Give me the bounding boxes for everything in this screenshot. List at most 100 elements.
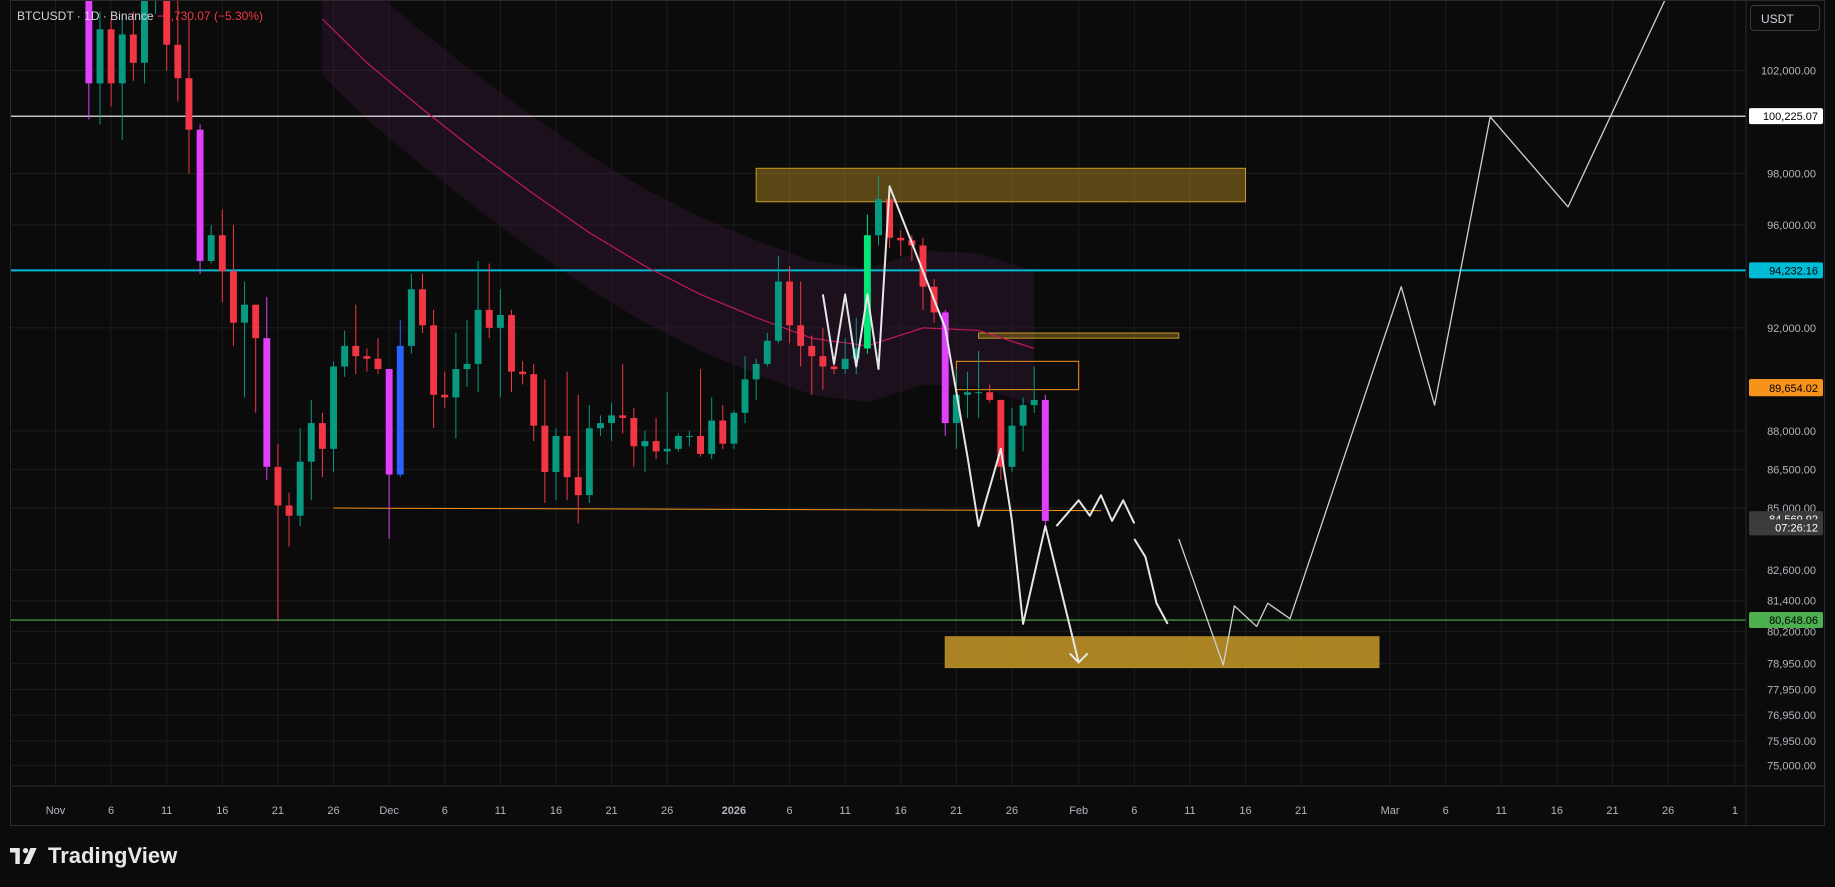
candle-body — [463, 363, 471, 370]
candle-body — [1041, 399, 1049, 521]
candle-body — [452, 369, 460, 398]
price-label-text: 07:26:12 — [1775, 522, 1818, 534]
candle-body — [96, 29, 104, 84]
candle-body — [608, 415, 616, 424]
candle-body — [296, 461, 304, 516]
candle-body — [619, 415, 627, 418]
candle-body — [819, 356, 827, 367]
projection-path-drop — [1133, 538, 1169, 625]
price-label-text: 94,232.16 — [1769, 265, 1818, 277]
time-tick-label: 26 — [1006, 805, 1018, 817]
candle-body — [719, 420, 727, 444]
price-tick-label: 102,000.00 — [1761, 65, 1816, 77]
candle-body — [808, 345, 816, 357]
time-tick-label: 11 — [1496, 805, 1507, 817]
candle-body — [474, 309, 482, 364]
legend-separator: · — [102, 9, 107, 23]
candle-body — [797, 325, 805, 346]
time-tick-label: 21 — [272, 805, 284, 817]
price-tick-label: 88,000.00 — [1767, 426, 1816, 438]
candle-body — [875, 199, 882, 236]
time-tick-label: Feb — [1069, 805, 1088, 817]
forecast-path — [1178, 1, 1666, 666]
time-tick-label: 6 — [108, 805, 114, 817]
time-tick-label: 1 — [1732, 805, 1738, 817]
time-tick-label: 16 — [1239, 805, 1251, 817]
candle-body — [496, 315, 504, 328]
candle-body — [630, 417, 638, 447]
candle-body — [196, 129, 204, 261]
price-tick-label: 78,950.00 — [1767, 659, 1816, 671]
candle-body — [552, 435, 560, 472]
time-tick-label: 16 — [895, 805, 907, 817]
price-label-text: 80,648.06 — [1769, 615, 1818, 627]
price-chart[interactable]: 102,000.00 98,000.00 96,000.00 92,000.00 88,… — [11, 1, 1826, 827]
candle-body — [741, 379, 749, 413]
time-tick-label: 6 — [1131, 805, 1137, 817]
candle-body — [663, 448, 671, 452]
price-tick-label: 86,500.00 — [1767, 464, 1816, 476]
brand-name: TradingView — [48, 843, 178, 868]
candle-body — [274, 466, 282, 506]
tradingview-logo-icon — [10, 848, 37, 864]
candle-body — [786, 281, 793, 326]
time-tick-label: Dec — [379, 805, 399, 817]
candle-body — [730, 412, 738, 444]
time-tick-label: 16 — [550, 805, 562, 817]
tradingview-brand[interactable]: TradingView — [10, 843, 177, 869]
price-tick-label: 75,950.00 — [1767, 736, 1816, 748]
time-tick-label: 11 — [1184, 805, 1195, 817]
candle-body — [318, 423, 326, 449]
candle-body — [774, 281, 782, 341]
candle-body — [241, 304, 249, 323]
candle-body — [363, 356, 371, 359]
candle-body — [352, 345, 360, 357]
candle-body — [218, 235, 226, 272]
candle-body — [107, 29, 115, 84]
candle-body — [174, 44, 182, 79]
price-tick-label: 96,000.00 — [1767, 220, 1816, 232]
plot-area — [11, 1, 1746, 786]
symbol-name[interactable]: BTCUSDT — [17, 9, 73, 23]
time-tick-label: 2026 — [722, 805, 746, 817]
candle-body — [129, 34, 137, 63]
symbol-legend: BTCUSDT · 1D · Binance −4,730.07 (−5.30%… — [17, 9, 263, 23]
price-tick-label: 76,950.00 — [1767, 710, 1816, 722]
candle-body — [330, 366, 337, 449]
candle-body — [986, 392, 994, 400]
candle-body — [441, 394, 449, 398]
price-tick-label: 81,400.00 — [1767, 596, 1816, 608]
time-tick-label: 21 — [605, 805, 617, 817]
time-tick-label: 6 — [1443, 805, 1449, 817]
time-tick-label: 26 — [327, 805, 339, 817]
time-tick-label: Mar — [1381, 805, 1400, 817]
candle-body — [641, 441, 649, 447]
candle-body — [697, 435, 704, 454]
candle-body — [485, 309, 493, 328]
currency-button[interactable]: USDT — [1750, 5, 1820, 31]
candle-body — [763, 340, 771, 364]
legend-separator: · — [76, 9, 81, 23]
price-tick-label: 82,600.00 — [1767, 565, 1816, 577]
candle-body — [207, 235, 215, 261]
chart-frame[interactable]: 102,000.00 98,000.00 96,000.00 92,000.00 88,… — [10, 0, 1826, 827]
candle-body — [419, 289, 426, 326]
price-tick-label: 77,950.00 — [1767, 684, 1816, 696]
candle-body — [585, 428, 593, 496]
time-tick-label: 11 — [161, 805, 172, 817]
candle-body — [407, 289, 415, 346]
time-tick-label: 16 — [1551, 805, 1563, 817]
time-tick-label: 6 — [786, 805, 792, 817]
candle-body — [863, 235, 871, 349]
price-change: −4,730.07 (−5.30%) — [156, 9, 263, 23]
ma-band — [322, 1, 1035, 406]
time-tick-label: 11 — [495, 805, 506, 817]
candle-body — [574, 477, 582, 496]
candle-body — [118, 34, 126, 84]
time-tick-label: 11 — [839, 805, 850, 817]
time-tick-label: 16 — [216, 805, 228, 817]
candle-body — [964, 392, 971, 395]
candle-body — [430, 325, 438, 395]
candle-body — [752, 363, 760, 380]
interval-label[interactable]: 1D — [84, 9, 99, 23]
